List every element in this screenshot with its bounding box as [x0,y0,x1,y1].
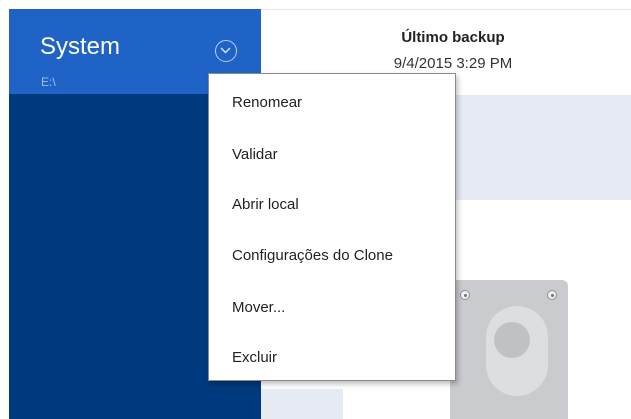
menu-item-rename[interactable]: Renomear [232,94,302,111]
backup-item-destination: E:\ [41,75,56,89]
bottom-strip [261,389,343,419]
hard-drive-icon [450,280,568,419]
menu-item-open-location[interactable]: Abrir local [232,196,299,213]
menu-item-validate[interactable]: Validar [232,146,278,163]
screw-icon [547,290,557,300]
backup-item-title: System [40,33,121,60]
chevron-down-circle-icon[interactable] [215,40,237,62]
menu-item-clone-settings[interactable]: Configurações do Clone [232,247,393,264]
context-menu: Renomear Validar Abrir local Configuraçõ… [208,73,456,381]
disk-hub [494,322,530,358]
menu-item-move[interactable]: Mover... [232,299,285,316]
last-backup-label: Último backup [401,29,505,46]
screw-icon [460,290,470,300]
menu-item-delete[interactable]: Excluir [232,349,277,366]
last-backup-date: 9/4/2015 3:29 PM [393,55,513,72]
